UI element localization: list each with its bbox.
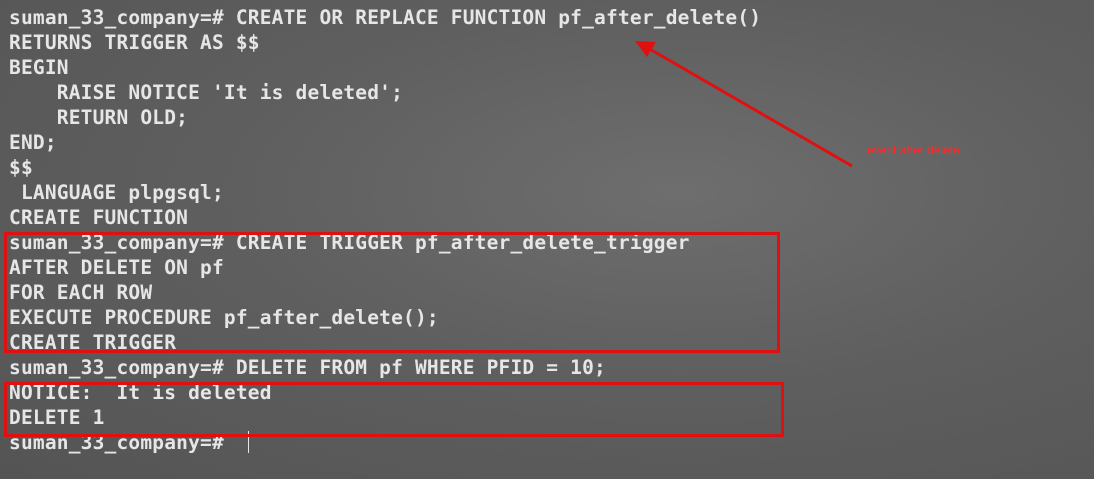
annotation-label: event after delete (867, 143, 960, 157)
annotation-arrow-icon (635, 41, 853, 168)
